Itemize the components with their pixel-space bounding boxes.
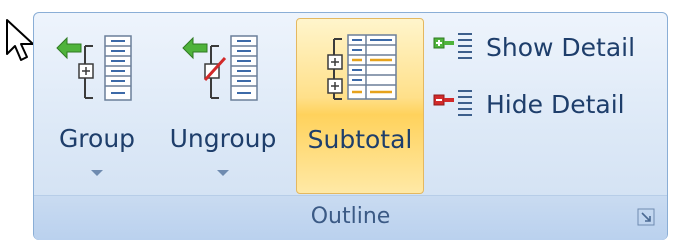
chevron-down-icon[interactable] — [91, 170, 103, 176]
hide-detail-icon — [433, 90, 472, 116]
show-detail-icon — [433, 33, 472, 59]
subtotal-label: Subtotal — [307, 125, 413, 154]
show-detail-button[interactable]: Show Detail — [432, 27, 635, 67]
ungroup-label: Ungroup — [169, 124, 277, 153]
subtotal-icon — [327, 34, 397, 100]
dialog-launcher-icon[interactable] — [637, 208, 655, 226]
chevron-down-icon[interactable] — [217, 170, 229, 176]
outline-group-footer: Outline — [34, 195, 667, 240]
group-button[interactable]: Group — [47, 18, 147, 196]
ungroup-icon — [182, 35, 258, 101]
hide-detail-label: Hide Detail — [486, 89, 625, 119]
show-detail-label: Show Detail — [486, 32, 636, 62]
subtotal-button[interactable]: Subtotal — [296, 18, 424, 194]
group-label: Group — [58, 124, 136, 153]
group-title: Outline — [310, 204, 391, 229]
ungroup-button[interactable]: Ungroup — [156, 18, 290, 196]
group-icon — [56, 35, 132, 101]
hide-detail-button[interactable]: Hide Detail — [432, 84, 625, 124]
